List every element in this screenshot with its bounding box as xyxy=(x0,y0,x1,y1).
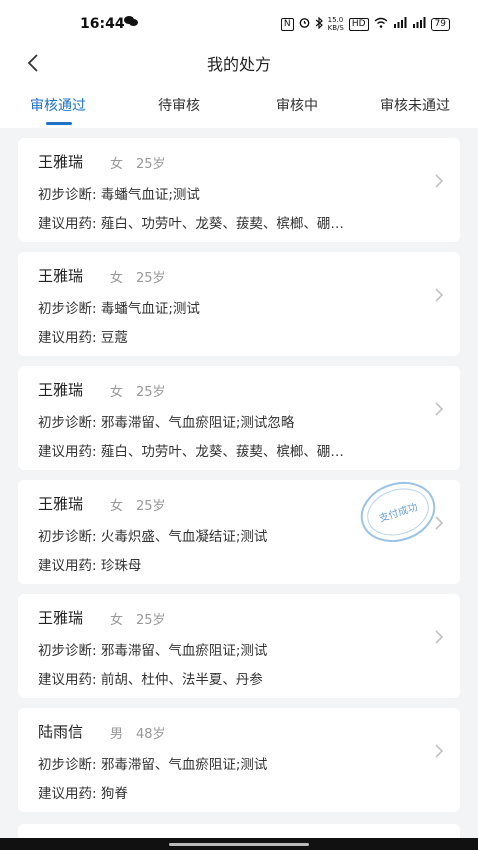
tab-pending[interactable]: 待审核 xyxy=(158,95,200,115)
patient-age: 25岁 xyxy=(136,613,166,628)
medicine-value: 薤白、功劳叶、龙葵、菝葜、槟榔、硼… xyxy=(100,444,344,460)
medicine-row: 建议用药: 狗脊 xyxy=(38,782,128,802)
prescription-card[interactable]: 王雅瑞 女 25岁 初步诊断: 毒蟠气血证;测试 建议用药: 豆蔻 xyxy=(18,252,460,356)
wifi-icon xyxy=(374,17,388,31)
diagnosis-row: 初步诊断: 毒蟠气血证;测试 xyxy=(38,183,200,203)
medicine-value: 前胡、杜仲、法半夏、丹参 xyxy=(100,672,263,688)
patient-name: 王雅瑞 xyxy=(38,495,84,513)
diagnosis-value: 毒蟠气血证;测试 xyxy=(100,187,200,203)
diagnosis-row: 初步诊断: 邪毒滞留、气血瘀阻证;测试 xyxy=(38,753,267,773)
prescription-card[interactable]: 王雅瑞 女 25岁 初步诊断: 毒蟠气血证;测试 建议用药: 薤白、功劳叶、龙葵… xyxy=(18,138,460,242)
battery-indicator: 79 xyxy=(430,17,450,31)
wechat-notification-icon xyxy=(124,15,138,30)
patient-gender: 女 xyxy=(110,271,124,286)
patient-name: 王雅瑞 xyxy=(38,267,84,285)
diagnosis-row: 初步诊断: 毒蟠气血证;测试 xyxy=(38,297,200,317)
chevron-right-icon xyxy=(435,288,444,302)
tab-in-review[interactable]: 审核中 xyxy=(276,95,318,115)
patient-gender: 女 xyxy=(110,157,124,172)
medicine-label: 建议用药: xyxy=(38,330,97,346)
patient-gender: 女 xyxy=(110,499,124,514)
medicine-value: 薤白、功劳叶、龙葵、菝葜、槟榔、硼… xyxy=(100,216,344,232)
medicine-value: 狗脊 xyxy=(100,786,128,802)
patient-name: 王雅瑞 xyxy=(38,381,84,399)
patient-gender: 女 xyxy=(110,613,124,628)
patient-age: 48岁 xyxy=(136,727,166,742)
diagnosis-row: 初步诊断: 火毒炽盛、气血凝结证;测试 xyxy=(38,525,267,545)
status-icons: N 15.0 KB/S HD 79 xyxy=(280,16,450,32)
diagnosis-label: 初步诊断: xyxy=(38,643,97,659)
signal-icon-2 xyxy=(412,17,426,31)
prescription-card[interactable]: 王雅瑞 女 25岁 初步诊断: 邪毒滞留、气血瘀阻证;测试 建议用药: 前胡、杜… xyxy=(18,594,460,698)
hd-badge: HD xyxy=(348,17,369,31)
diagnosis-row: 初步诊断: 邪毒滞留、气血瘀阻证;测试 xyxy=(38,639,267,659)
tab-approved[interactable]: 审核通过 xyxy=(30,95,86,115)
diagnosis-label: 初步诊断: xyxy=(38,301,97,317)
chevron-right-icon xyxy=(435,402,444,416)
page-title: 我的处方 xyxy=(206,55,271,74)
diagnosis-value: 邪毒滞留、气血瘀阻证;测试忽略 xyxy=(100,415,295,431)
chevron-right-icon xyxy=(435,744,444,758)
chevron-right-icon xyxy=(435,516,444,530)
prescription-list: 王雅瑞 女 25岁 初步诊断: 毒蟠气血证;测试 建议用药: 薤白、功劳叶、龙葵… xyxy=(18,138,460,822)
medicine-label: 建议用药: xyxy=(38,672,97,688)
diagnosis-label: 初步诊断: xyxy=(38,757,97,773)
patient-age: 25岁 xyxy=(136,157,166,172)
patient-age: 25岁 xyxy=(136,271,166,286)
patient-name: 陆雨信 xyxy=(38,723,84,741)
diagnosis-row: 初步诊断: 邪毒滞留、气血瘀阻证;测试忽略 xyxy=(38,411,294,431)
status-time: 16:44 xyxy=(80,16,125,32)
medicine-row: 建议用药: 前胡、杜仲、法半夏、丹参 xyxy=(38,668,263,688)
patient-gender: 男 xyxy=(110,727,124,742)
network-speed-unit: KB/S xyxy=(327,24,344,32)
prescription-card[interactable]: 王雅瑞 女 25岁 初步诊断: 火毒炽盛、气血凝结证;测试 建议用药: 珍珠母 … xyxy=(18,480,460,584)
medicine-row: 建议用药: 薤白、功劳叶、龙葵、菝葜、槟榔、硼… xyxy=(38,440,344,460)
stamp-text: 支付成功 xyxy=(377,500,419,525)
tab-rejected[interactable]: 审核未通过 xyxy=(380,95,450,115)
medicine-label: 建议用药: xyxy=(38,444,97,460)
prescription-card[interactable]: 陆雨信 男 48岁 初步诊断: 邪毒滞留、气血瘀阻证;测试 建议用药: 狗脊 xyxy=(18,708,460,812)
bluetooth-icon xyxy=(315,16,323,32)
medicine-label: 建议用药: xyxy=(38,786,97,802)
diagnosis-value: 邪毒滞留、气血瘀阻证;测试 xyxy=(100,757,268,773)
diagnosis-value: 毒蟠气血证;测试 xyxy=(100,301,200,317)
diagnosis-value: 火毒炽盛、气血凝结证;测试 xyxy=(100,529,268,545)
signal-icon-1 xyxy=(393,17,407,31)
chevron-right-icon xyxy=(435,630,444,644)
medicine-row: 建议用药: 珍珠母 xyxy=(38,554,141,574)
prescription-card[interactable]: 王雅瑞 女 25岁 初步诊断: 邪毒滞留、气血瘀阻证;测试忽略 建议用药: 薤白… xyxy=(18,366,460,470)
patient-age: 25岁 xyxy=(136,385,166,400)
medicine-value: 珍珠母 xyxy=(100,558,142,574)
medicine-label: 建议用药: xyxy=(38,216,97,232)
network-speed-value: 15.0 xyxy=(327,16,344,24)
medicine-value: 豆蔻 xyxy=(100,330,128,346)
diagnosis-label: 初步诊断: xyxy=(38,529,97,545)
medicine-row: 建议用药: 薤白、功劳叶、龙葵、菝葜、槟榔、硼… xyxy=(38,212,344,232)
diagnosis-label: 初步诊断: xyxy=(38,187,97,203)
medicine-label: 建议用药: xyxy=(38,558,97,574)
patient-name: 王雅瑞 xyxy=(38,153,84,171)
network-speed: 15.0 KB/S xyxy=(328,16,344,32)
nfc-icon: N xyxy=(280,17,294,31)
chevron-right-icon xyxy=(435,174,444,188)
patient-name: 王雅瑞 xyxy=(38,609,84,627)
active-tab-indicator xyxy=(46,122,72,125)
home-indicator[interactable] xyxy=(169,843,309,846)
status-bar: 16:44 N 15.0 KB/S HD 79 xyxy=(0,0,478,46)
diagnosis-value: 邪毒滞留、气血瘀阻证;测试 xyxy=(100,643,268,659)
patient-gender: 女 xyxy=(110,385,124,400)
payment-success-stamp: 支付成功 xyxy=(360,482,436,542)
patient-age: 25岁 xyxy=(136,499,166,514)
medicine-row: 建议用药: 豆蔻 xyxy=(38,326,128,346)
alarm-icon xyxy=(299,17,310,31)
diagnosis-label: 初步诊断: xyxy=(38,415,97,431)
status-tabs: 审核通过 待审核 审核中 审核未通过 xyxy=(0,84,478,128)
nav-bar: 我的处方 xyxy=(0,46,478,84)
